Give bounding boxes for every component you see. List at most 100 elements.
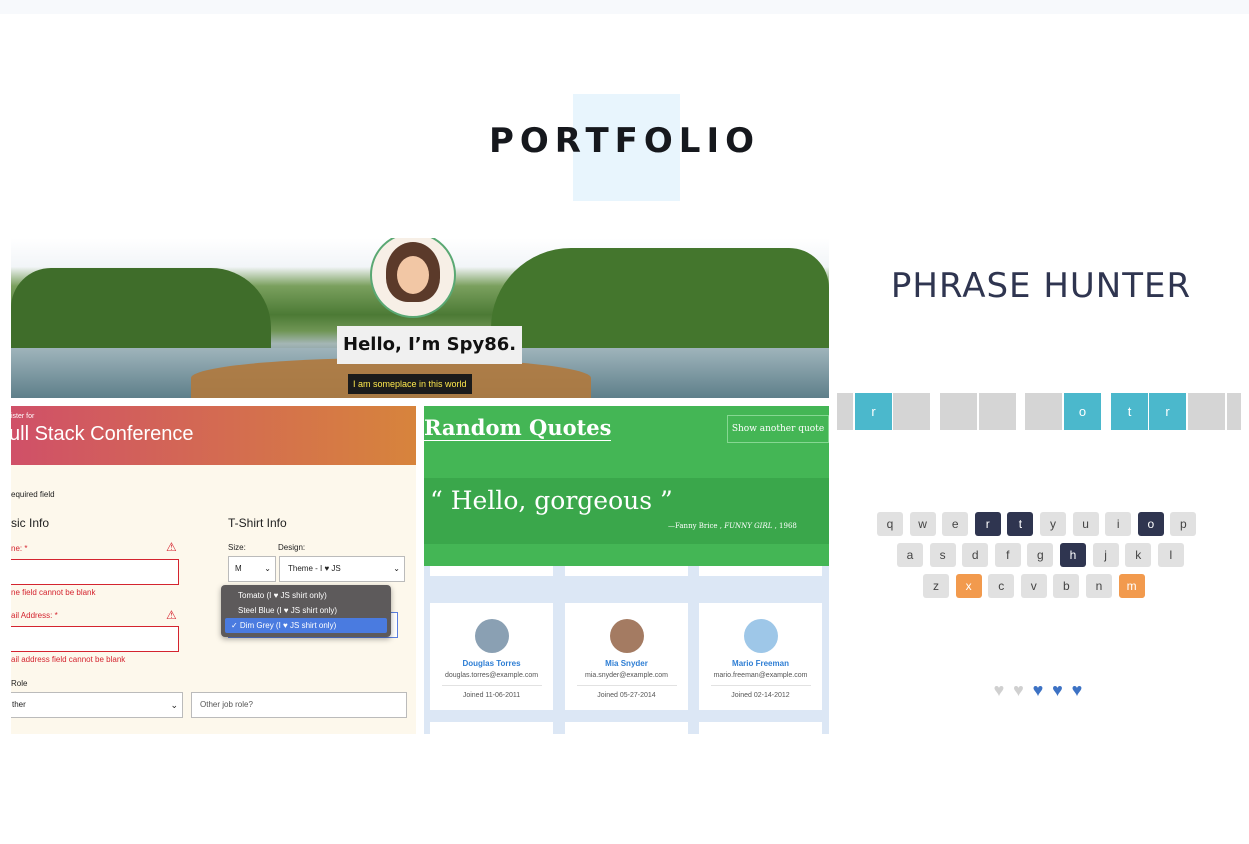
key-x[interactable]: x [955, 574, 982, 598]
other-role-input[interactable]: Other job role? [191, 692, 407, 718]
role-select-value: ther [12, 700, 26, 709]
employee-name: Douglas Torres [462, 659, 521, 668]
role-label: Role [11, 679, 28, 688]
phrase-letter-hidden [979, 393, 1016, 430]
key-j[interactable]: j [1092, 543, 1119, 567]
color-option[interactable]: Tomato (I ♥ JS shirt only) [221, 588, 391, 603]
divider [710, 685, 811, 686]
phrase-letter-revealed: r [1149, 393, 1186, 430]
hero-tagline: I am someplace in this world [348, 374, 472, 394]
employee-name: Mia Snyder [605, 659, 648, 668]
heart-icon: ♥ [1013, 680, 1024, 700]
key-i[interactable]: i [1105, 512, 1132, 536]
employee-name: Mario Freeman [732, 659, 789, 668]
quote-source: —Fanny Brice , FUNNY GIRL , 1968 [668, 522, 797, 530]
key-b[interactable]: b [1053, 574, 1080, 598]
key-c[interactable]: c [988, 574, 1015, 598]
employee-card-partial [430, 566, 553, 576]
name-label: ne: * [11, 544, 28, 553]
key-e[interactable]: e [942, 512, 969, 536]
phrase-letter-hidden [837, 393, 853, 430]
employee-email: mia.snyder@example.com [585, 672, 668, 679]
size-select-value: M [235, 564, 242, 573]
color-option-selected[interactable]: ✓ Dim Grey (I ♥ JS shirt only) [225, 618, 387, 633]
role-select[interactable]: ther ⌄ [11, 692, 183, 718]
avatar-face [397, 256, 429, 294]
chevron-down-icon: ⌄ [170, 700, 178, 710]
key-q[interactable]: q [877, 512, 903, 536]
key-v[interactable]: v [1020, 574, 1047, 598]
phrase-letter-hidden [1188, 393, 1225, 430]
employee-card[interactable]: Douglas Torres douglas.torres@example.co… [430, 603, 553, 710]
hero-trees-left [11, 268, 271, 348]
color-option[interactable]: Steel Blue (I ♥ JS shirt only) [221, 603, 391, 618]
email-field[interactable] [11, 626, 179, 652]
project-card-conference[interactable]: ister for ull Stack Conference equired f… [11, 406, 416, 734]
key-l[interactable]: l [1157, 543, 1184, 567]
phrase-letter-revealed: o [1064, 393, 1101, 430]
project-card-hero[interactable]: Hello, I’m Spy86. I am someplace in this… [11, 238, 829, 398]
email-error: ail address field cannot be blank [11, 655, 126, 664]
phrase-letter-revealed: t [1111, 393, 1148, 430]
required-note: equired field [11, 490, 55, 499]
quote-text: “ Hello, gorgeous ” [430, 486, 673, 515]
employee-avatar [474, 619, 509, 653]
register-for-label: ister for [11, 413, 35, 420]
employee-joined: Joined 11-06-2011 [462, 692, 521, 699]
employee-email: mario.freeman@example.com [713, 672, 808, 679]
top-bar [0, 0, 1249, 14]
employee-joined: Joined 02-14-2012 [731, 692, 790, 699]
employee-card[interactable]: Mia Snyder mia.snyder@example.com Joined… [565, 603, 688, 710]
employee-avatar [743, 619, 778, 653]
chevron-down-icon: ⌄ [393, 564, 400, 573]
key-g[interactable]: g [1027, 543, 1054, 567]
phrase-hunter-title: PHRASE HUNTER [890, 266, 1192, 306]
heart-icon: ♥ [1052, 680, 1063, 700]
employee-card[interactable]: Mario Freeman mario.freeman@example.com … [699, 603, 822, 710]
phrase-letter-hidden [940, 393, 977, 430]
size-label: Size: [228, 543, 246, 552]
warning-icon: ⚠ [166, 540, 177, 554]
design-label: Design: [278, 543, 306, 552]
quotes-title: Random Quotes [424, 415, 612, 441]
employee-card-partial [699, 566, 822, 576]
basic-info-heading: sic Info [11, 516, 50, 530]
employee-card-partial [699, 722, 822, 734]
key-y[interactable]: y [1040, 512, 1066, 536]
divider [441, 685, 542, 686]
key-s[interactable]: s [929, 543, 956, 567]
key-o[interactable]: o [1137, 512, 1164, 536]
name-field[interactable] [11, 559, 179, 585]
key-n[interactable]: n [1086, 574, 1112, 598]
key-w[interactable]: w [909, 512, 936, 536]
key-r[interactable]: r [974, 512, 1001, 536]
employee-email: douglas.torres@example.com [444, 672, 539, 679]
show-another-quote-button[interactable]: Show another quote [727, 415, 829, 443]
quote-author: —Fanny Brice , [668, 522, 722, 530]
hero-greeting: Hello, I’m Spy86. [337, 326, 523, 364]
employee-card-partial [430, 722, 553, 734]
key-h[interactable]: h [1060, 543, 1086, 567]
key-f[interactable]: f [994, 543, 1021, 567]
employee-card-partial [565, 566, 688, 576]
key-a[interactable]: a [897, 543, 923, 567]
size-select[interactable]: M ⌄ [228, 556, 276, 582]
warning-icon: ⚠ [166, 608, 177, 622]
key-t[interactable]: t [1007, 512, 1034, 536]
heart-icon: ♥ [1032, 680, 1044, 700]
color-dropdown[interactable]: Tomato (I ♥ JS shirt only) Steel Blue (I… [221, 585, 391, 637]
key-k[interactable]: k [1125, 543, 1152, 567]
key-u[interactable]: u [1072, 512, 1099, 536]
heart-icon: ♥ [1071, 680, 1083, 700]
key-m[interactable]: m [1118, 574, 1145, 598]
conference-header: ister for ull Stack Conference [11, 406, 416, 465]
employee-card-partial [565, 722, 688, 734]
key-p[interactable]: p [1170, 512, 1197, 536]
hero-trees-right [491, 248, 829, 348]
key-z[interactable]: z [923, 574, 949, 598]
phrase-letter-hidden [1025, 393, 1062, 430]
key-d[interactable]: d [962, 543, 989, 567]
design-select[interactable]: Theme - I ♥ JS ⌄ [279, 556, 405, 582]
project-card-quotes[interactable]: Random Quotes Show another quote “ Hello… [424, 406, 829, 734]
conference-name: ull Stack Conference [11, 423, 194, 445]
